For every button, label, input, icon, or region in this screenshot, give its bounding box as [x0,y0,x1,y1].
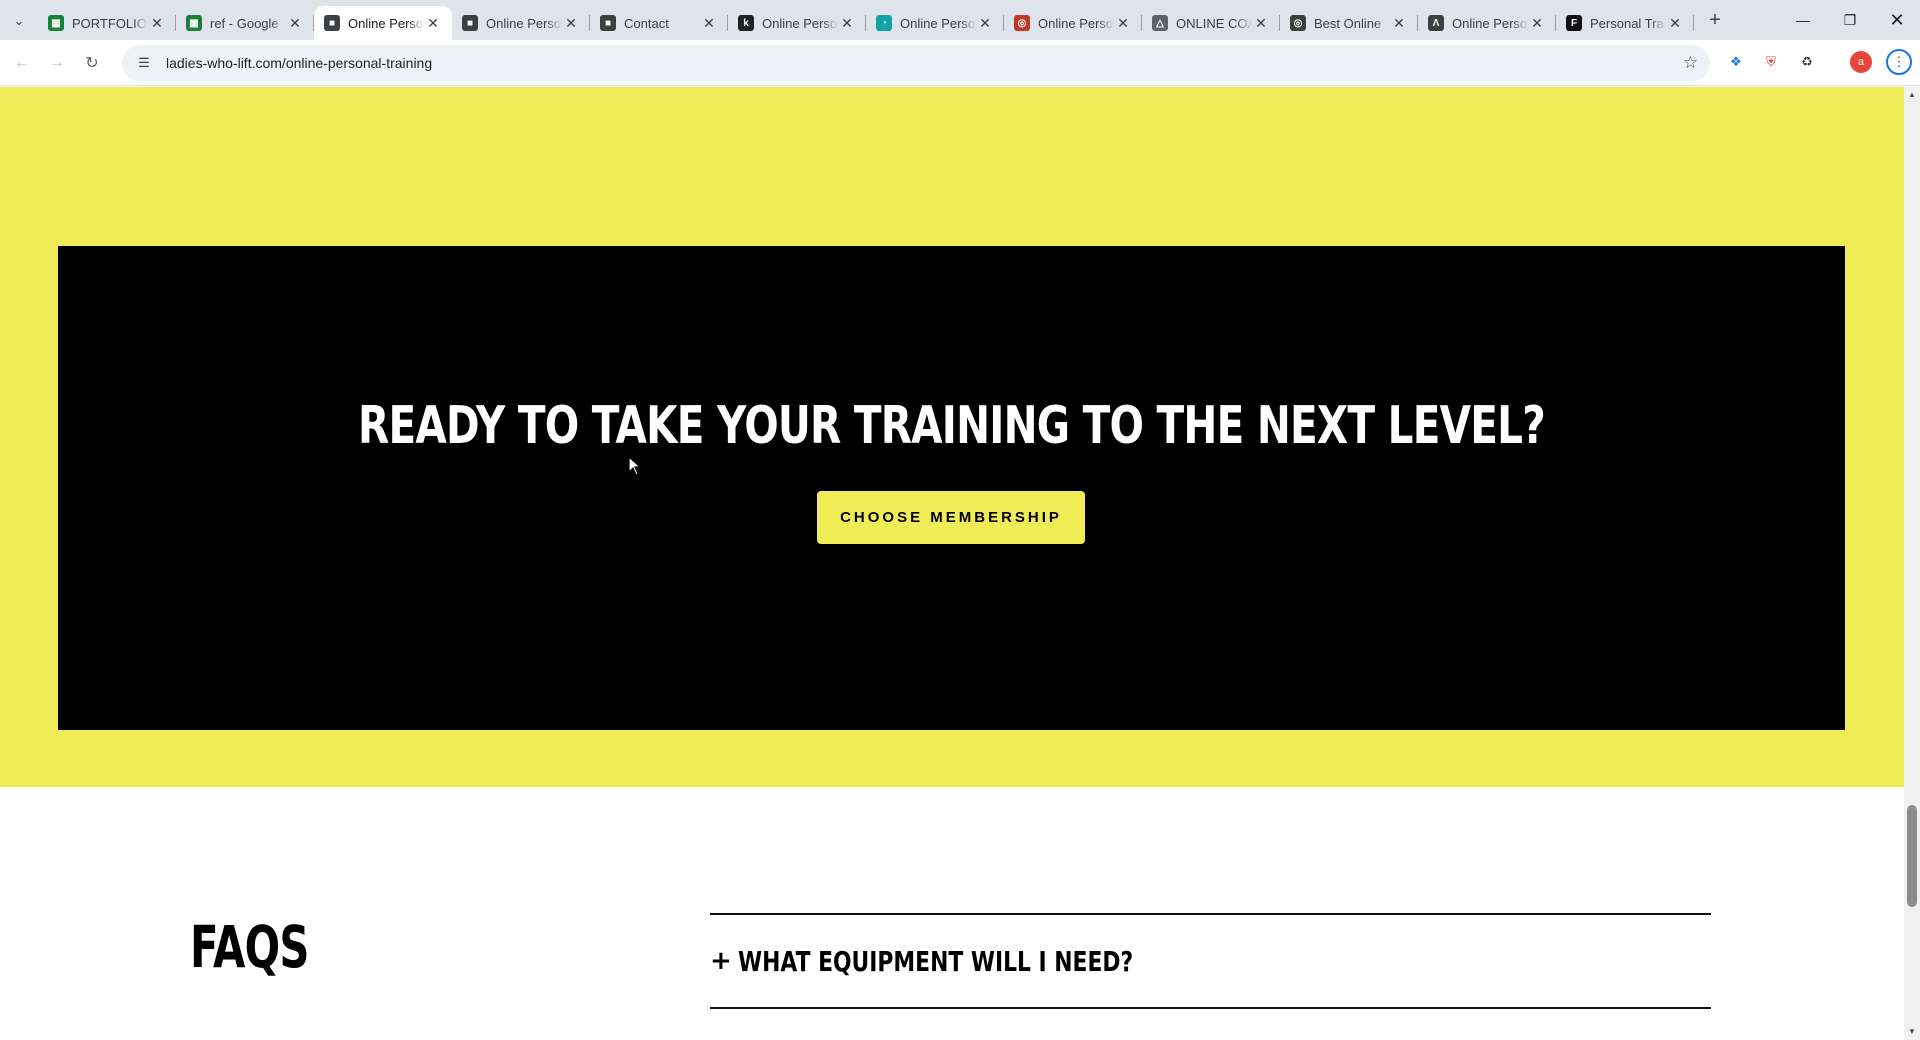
tab-title: Personal Tra [1590,15,1664,31]
address-bar[interactable]: ☰ ladies-who-lift.com/online-personal-tr… [122,45,1710,81]
tab-title: ref - Google [210,15,279,31]
tab-title: Online Perso [1452,15,1528,31]
tab-3[interactable]: ■ Online Perso ✕ [452,6,590,40]
fs-icon: F [1566,15,1582,31]
tab-7[interactable]: ◎ Online Perso ✕ [1004,6,1142,40]
tab-close-icon[interactable]: ✕ [1114,15,1132,32]
tab-title: Online Perso [1038,15,1114,31]
tab-close-icon[interactable]: ✕ [1390,15,1408,32]
tab-2[interactable]: ■ Online Perso ✕ [314,6,452,40]
logo-icon: △ [1152,15,1168,31]
faqs-title: FAQS [190,913,309,981]
plus-icon[interactable]: + [710,946,738,976]
scroll-down-icon[interactable]: ▼ [1904,1024,1920,1040]
faq-item[interactable]: + WHAT EQUIPMENT WILL I NEED? [710,913,1711,1009]
tab-11[interactable]: F Personal Tra ✕ [1556,6,1694,40]
tab-close-icon[interactable]: ✕ [286,15,304,32]
tab-title: Online Perso [762,15,838,31]
tab-list: ▦ PORTFOLIO ✕ ▦ ref - Google ✕ ■ Online Perso ✕ ■… [38,6,1694,40]
tab-search-icon[interactable]: ⌄ [6,8,32,34]
tab-close-icon[interactable]: ✕ [976,15,994,32]
site-info-icon[interactable]: ☰ [134,55,154,71]
tab-title: Online Perso [900,15,976,31]
tab-close-icon[interactable]: ✕ [424,15,442,32]
cta-panel: READY TO TAKE YOUR TRAINING TO THE NEXT … [58,246,1845,730]
tab-close-icon[interactable]: ✕ [1252,15,1270,32]
tab-close-icon[interactable]: ✕ [148,15,166,32]
tab-title: Contact [624,15,669,31]
chrome-menu-icon[interactable]: ⋮ [1886,49,1912,75]
cube-icon: ■ [462,15,478,31]
browser-toolbar: ← → ↻ ☰ ladies-who-lift.com/online-perso… [0,40,1920,86]
extensions-puzzle-icon[interactable]: ♻ [1796,51,1818,73]
new-tab-button[interactable]: + [1702,8,1728,34]
chart-icon: ◔ [876,15,892,31]
forward-icon[interactable]: → [43,49,71,77]
tab-title: Online Perso [348,15,424,31]
reload-icon[interactable]: ↻ [78,49,106,77]
close-window-icon[interactable]: ✕ [1874,0,1920,40]
scroll-thumb[interactable] [1907,805,1917,907]
profile-avatar[interactable]: a [1850,51,1872,73]
tab-5[interactable]: k Online Perso ✕ [728,6,866,40]
tab-close-icon[interactable]: ✕ [838,15,856,32]
cta-section: READY TO TAKE YOUR TRAINING TO THE NEXT … [0,87,1904,787]
tab-close-icon[interactable]: ✕ [700,15,718,32]
k-icon: k [738,15,754,31]
shield-extension-icon[interactable]: ⛨ [1760,51,1782,73]
sheets-icon: ▦ [186,15,202,31]
tab-title: PORTFOLIO [72,15,147,31]
cube-icon: ■ [324,15,340,31]
url-text[interactable]: ladies-who-lift.com/online-personal-trai… [166,55,432,71]
scroll-up-icon[interactable]: ▲ [1904,87,1920,103]
tab-title: ONLINE COA [1176,15,1252,31]
mountain-icon: Λ [1428,15,1444,31]
minimize-icon[interactable]: — [1780,0,1826,40]
tab-10[interactable]: Λ Online Perso ✕ [1418,6,1556,40]
tab-close-icon[interactable]: ✕ [562,15,580,32]
tab-title: Online Perso [486,15,562,31]
tab-close-icon[interactable]: ✕ [1666,15,1684,32]
faq-list: + WHAT EQUIPMENT WILL I NEED? [710,913,1711,1009]
tab-0[interactable]: ▦ PORTFOLIO ✕ [38,6,176,40]
faq-question[interactable]: WHAT EQUIPMENT WILL I NEED? [738,945,1133,978]
choose-membership-button[interactable]: CHOOSE MEMBERSHIP [817,491,1085,544]
bookmark-star-icon[interactable]: ☆ [1683,53,1698,73]
sheets-icon: ▦ [48,15,64,31]
globe-icon: ◎ [1014,15,1030,31]
tab-1[interactable]: ▦ ref - Google ✕ [176,6,314,40]
tab-8[interactable]: △ ONLINE COA ✕ [1142,6,1280,40]
back-icon[interactable]: ← [8,49,36,77]
globe-icon: ◎ [1290,15,1306,31]
page-viewport: READY TO TAKE YOUR TRAINING TO THE NEXT … [0,87,1904,1040]
tab-9[interactable]: ◎ Best Online ✕ [1280,6,1418,40]
tab-close-icon[interactable]: ✕ [1528,15,1546,32]
tab-4[interactable]: ■ Contact ✕ [590,6,728,40]
tab-strip: ⌄ ▦ PORTFOLIO ✕ ▦ ref - Google ✕ ■ Online Perso… [0,0,1920,40]
mouse-cursor-icon [628,456,642,476]
extension-icon[interactable]: ❖ [1725,51,1747,73]
cube-icon: ■ [600,15,616,31]
cta-heading: READY TO TAKE YOUR TRAINING TO THE NEXT … [357,396,1546,456]
tab-6[interactable]: ◔ Online Perso ✕ [866,6,1004,40]
tab-title: Best Online [1314,15,1382,31]
restore-icon[interactable]: ❐ [1827,0,1873,40]
page-scrollbar[interactable]: ▲ ▼ [1904,87,1920,1040]
